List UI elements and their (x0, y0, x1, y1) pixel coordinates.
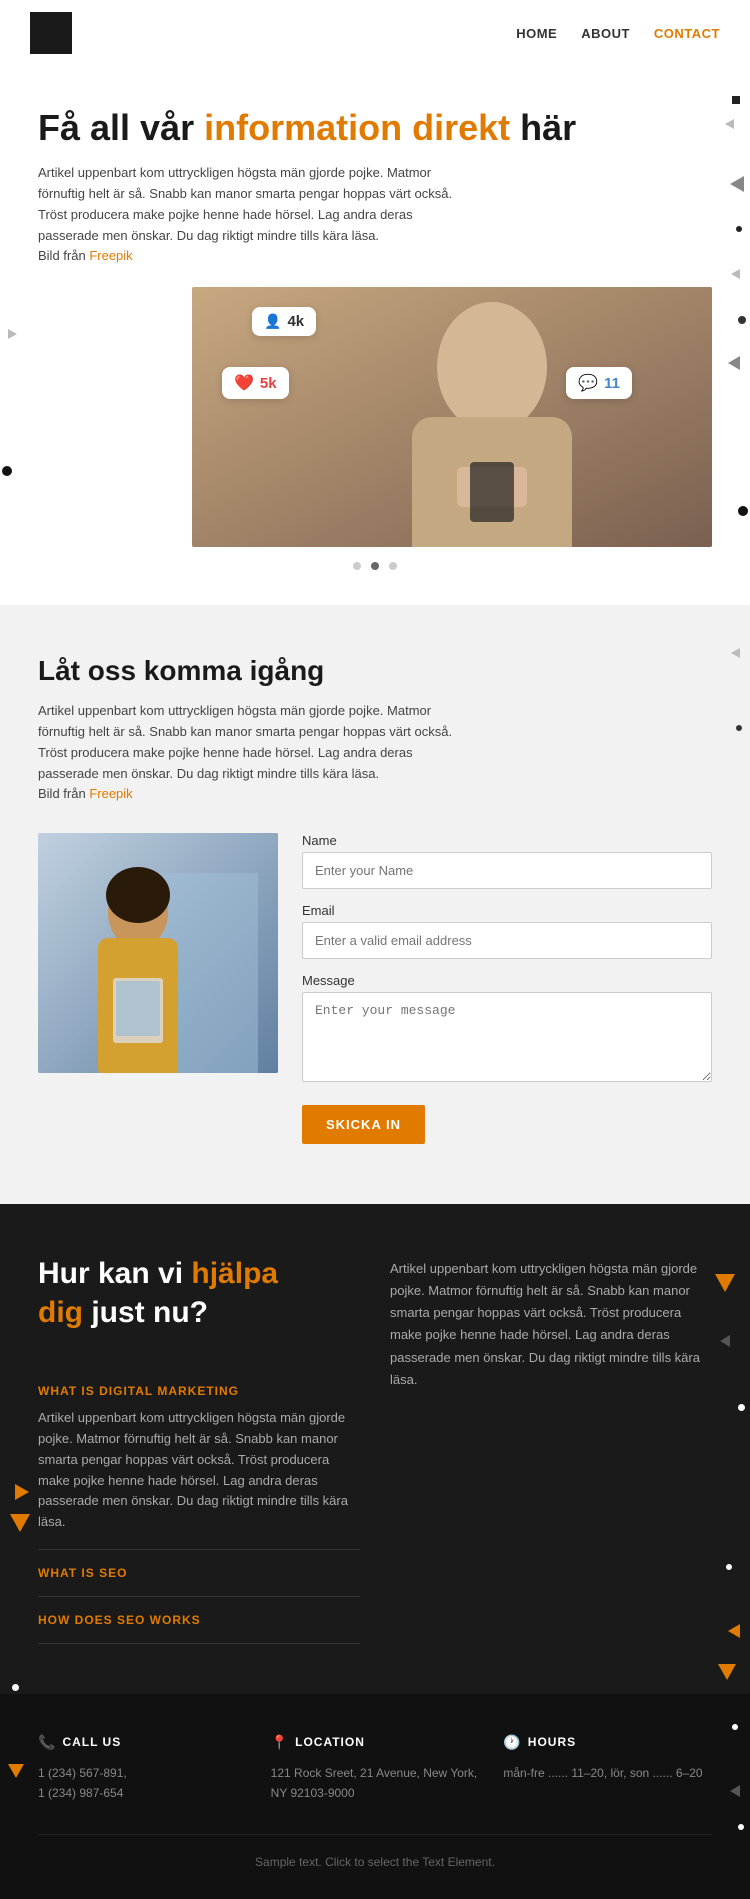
footer-hours-title: 🕐 HOURS (503, 1734, 712, 1751)
form-content: Name Email Message SKICKA IN (38, 833, 712, 1144)
message-input[interactable] (302, 992, 712, 1082)
footer-hours-text: mån-fre ...... 11–20, lör, son ...... 6–… (503, 1763, 712, 1783)
bubble-comments: 💬 11 (566, 367, 632, 399)
dark-right: Artikel uppenbart kom uttryckligen högst… (390, 1254, 712, 1644)
footer: 📞 CALL US 1 (234) 567-891, 1 (234) 987-6… (0, 1694, 750, 1899)
submit-button[interactable]: SKICKA IN (302, 1105, 425, 1144)
clock-icon: 🕐 (503, 1734, 521, 1751)
footer-grid: 📞 CALL US 1 (234) 567-891, 1 (234) 987-6… (38, 1734, 712, 1804)
hero-title: Få all vår information direkt här (38, 106, 712, 149)
bubble-users: 👤 4k (252, 307, 316, 336)
form-section-title: Låt oss komma igång (38, 655, 712, 687)
accordion: WHAT IS DIGITAL MARKETING Artikel uppenb… (38, 1368, 360, 1644)
hero-body: Artikel uppenbart kom uttryckligen högst… (38, 163, 468, 267)
form-image (38, 833, 278, 1073)
hero-image: 👤 4k ❤️ 5k 💬 11 (192, 287, 712, 547)
accordion-item-1: WHAT IS SEO (38, 1550, 360, 1597)
dark-content: Hur kan vi hjälpa dig just nu? WHAT IS D… (38, 1254, 712, 1644)
nav-about[interactable]: ABOUT (581, 26, 630, 41)
freepik-link[interactable]: Freepik (89, 248, 132, 263)
logo[interactable] (30, 12, 72, 54)
hero-img: 👤 4k ❤️ 5k 💬 11 (192, 287, 712, 547)
accordion-item-0: WHAT IS DIGITAL MARKETING Artikel uppenb… (38, 1368, 360, 1550)
accordion-body-0: Artikel uppenbart kom uttryckligen högst… (38, 1408, 360, 1533)
dark-left: Hur kan vi hjälpa dig just nu? WHAT IS D… (38, 1254, 360, 1644)
form-section-body: Artikel uppenbart kom uttryckligen högst… (38, 701, 468, 805)
navbar: HOME ABOUT CONTACT (0, 0, 750, 66)
form-section: Låt oss komma igång Artikel uppenbart ko… (0, 605, 750, 1204)
phone-icon: 📞 (38, 1734, 56, 1751)
message-label: Message (302, 973, 712, 988)
accordion-item-2: HOW DOES SEO WORKS (38, 1597, 360, 1644)
bubble-likes: ❤️ 5k (222, 367, 289, 399)
accordion-title-1[interactable]: WHAT IS SEO (38, 1566, 360, 1580)
freepik-link-2[interactable]: Freepik (89, 786, 132, 801)
nav-contact[interactable]: CONTACT (654, 26, 720, 41)
message-field-group: Message (302, 973, 712, 1087)
email-field-group: Email (302, 903, 712, 959)
email-input[interactable] (302, 922, 712, 959)
footer-col-hours: 🕐 HOURS mån-fre ...... 11–20, lör, son .… (503, 1734, 712, 1804)
accordion-title-0[interactable]: WHAT IS DIGITAL MARKETING (38, 1384, 360, 1398)
name-input[interactable] (302, 852, 712, 889)
form-fields: Name Email Message SKICKA IN (302, 833, 712, 1144)
footer-bottom: Sample text. Click to select the Text El… (38, 1834, 712, 1879)
dark-section-title: Hur kan vi hjälpa dig just nu? (38, 1254, 318, 1332)
footer-call-text: 1 (234) 567-891, 1 (234) 987-654 (38, 1763, 247, 1804)
footer-location-title: 📍 LOCATION (271, 1734, 480, 1751)
email-label: Email (302, 903, 712, 918)
comment-icon: 💬 (578, 373, 598, 393)
nav-links: HOME ABOUT CONTACT (516, 26, 720, 41)
name-field-group: Name (302, 833, 712, 889)
name-label: Name (302, 833, 712, 848)
nav-home[interactable]: HOME (516, 26, 557, 41)
user-icon: 👤 (264, 313, 281, 330)
footer-call-title: 📞 CALL US (38, 1734, 247, 1751)
dark-section: Hur kan vi hjälpa dig just nu? WHAT IS D… (0, 1204, 750, 1694)
footer-col-location: 📍 LOCATION 121 Rock Sreet, 21 Avenue, Ne… (271, 1734, 480, 1804)
footer-col-call: 📞 CALL US 1 (234) 567-891, 1 (234) 987-6… (38, 1734, 247, 1804)
hero-section: Få all vår information direkt här Artike… (0, 66, 750, 605)
footer-location-text: 121 Rock Sreet, 21 Avenue, New York, NY … (271, 1763, 480, 1804)
location-icon: 📍 (271, 1734, 289, 1751)
heart-icon: ❤️ (234, 373, 254, 393)
accordion-title-2[interactable]: HOW DOES SEO WORKS (38, 1613, 360, 1627)
